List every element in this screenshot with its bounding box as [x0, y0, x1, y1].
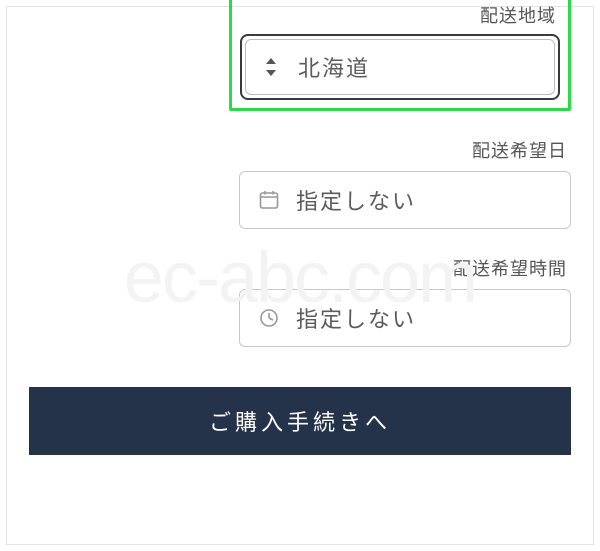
value-delivery-region: 北海道 [298, 51, 370, 83]
clock-icon [258, 307, 280, 329]
select-delivery-region[interactable]: 北海道 [240, 34, 560, 100]
checkout-panel: ec-abc.com 配送地域 北海道 [6, 6, 594, 545]
page-root: ec-abc.com 配送地域 北海道 [0, 0, 600, 551]
cta-label: ご購入手続きへ [209, 405, 391, 437]
value-delivery-date: 指定しない [296, 184, 416, 216]
value-delivery-time: 指定しない [296, 302, 416, 334]
select-delivery-date[interactable]: 指定しない [239, 171, 571, 229]
select-inner: 北海道 [245, 39, 555, 95]
field-delivery-date: 配送希望日 指定しない [29, 137, 571, 229]
label-delivery-region: 配送地域 [240, 2, 560, 28]
sort-icon [260, 56, 282, 78]
highlight-region: 配送地域 北海道 [229, 0, 571, 111]
field-delivery-region: 配送地域 北海道 [29, 25, 571, 111]
field-delivery-time: 配送希望時間 指定しない [29, 255, 571, 347]
label-delivery-date: 配送希望日 [29, 137, 571, 163]
proceed-checkout-button[interactable]: ご購入手続きへ [29, 387, 571, 455]
select-delivery-time[interactable]: 指定しない [239, 289, 571, 347]
calendar-icon [258, 189, 280, 211]
label-delivery-time: 配送希望時間 [29, 255, 571, 281]
